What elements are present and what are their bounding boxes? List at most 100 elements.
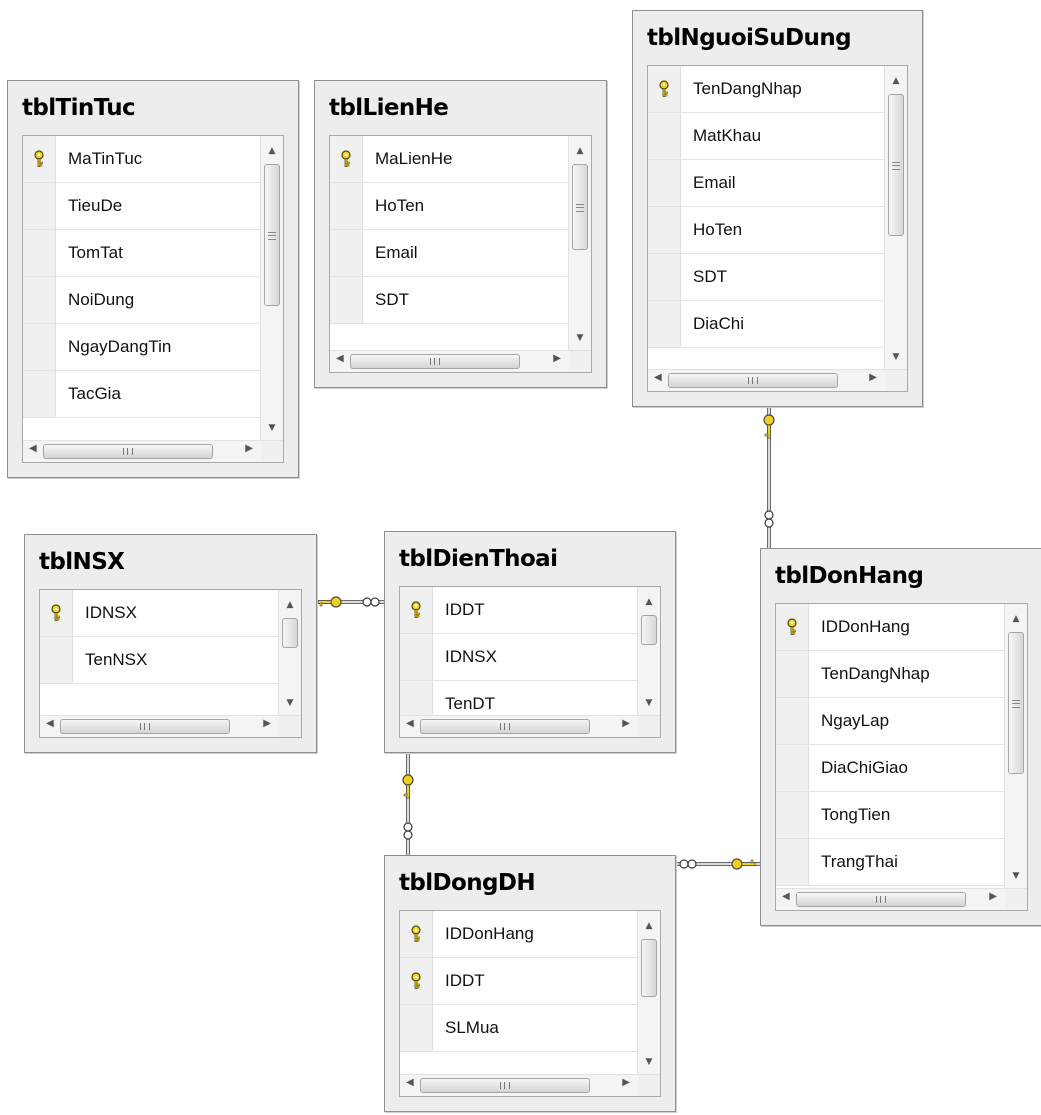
table-tblnguoisudung[interactable]: tblNguoiSuDung TenDangNhap MatKhau Email HoT… [632,10,923,407]
column-name: NgayDangTin [68,337,172,356]
horizontal-scrollbar[interactable]: ◀ ▶ [400,1074,660,1096]
horizontal-scroll-thumb[interactable] [420,719,590,734]
scroll-left-arrow-icon[interactable]: ◀ [336,353,344,364]
column-row[interactable]: Email [648,160,885,207]
column-row[interactable]: MaTinTuc [23,136,261,183]
scroll-left-arrow-icon[interactable]: ◀ [406,1077,414,1088]
column-row[interactable]: SDT [330,277,569,324]
vertical-scrollbar[interactable]: ▲ ▼ [260,136,283,441]
column-row[interactable]: MaLienHe [330,136,569,183]
scroll-right-arrow-icon[interactable]: ▶ [245,443,253,454]
vertical-scroll-thumb[interactable] [264,164,280,306]
horizontal-scroll-thumb[interactable] [350,354,520,369]
column-row[interactable]: DiaChiGiao [776,745,1005,792]
table-tbldonhang[interactable]: tblDonHang IDDonHang TenDangNhap NgayLap Dia… [760,548,1041,926]
column-row[interactable]: TenNSX [40,637,279,684]
table-tblnsx[interactable]: tblNSX IDNSX TenNSX ▲ ▼ ◀ ▶ [24,534,317,753]
vertical-scrollbar[interactable]: ▲ ▼ [1004,604,1027,889]
key-icon [731,858,756,870]
column-row[interactable]: TrangThai [776,839,1005,886]
scroll-right-arrow-icon[interactable]: ▶ [553,353,561,364]
column-row[interactable]: TomTat [23,230,261,277]
horizontal-scroll-thumb[interactable] [43,444,213,459]
horizontal-scroll-thumb[interactable] [420,1078,590,1093]
column-row[interactable]: SDT [648,254,885,301]
row-selector [330,183,363,229]
scroll-right-arrow-icon[interactable]: ▶ [622,1077,630,1088]
scroll-left-arrow-icon[interactable]: ◀ [782,891,790,902]
horizontal-scroll-thumb[interactable] [60,719,230,734]
column-row[interactable]: TieuDe [23,183,261,230]
scroll-up-arrow-icon[interactable]: ▲ [638,595,660,609]
scroll-down-arrow-icon[interactable]: ▼ [569,331,591,345]
vertical-scrollbar[interactable]: ▲ ▼ [884,66,907,370]
column-row[interactable]: HoTen [648,207,885,254]
column-row[interactable]: HoTen [330,183,569,230]
horizontal-scrollbar[interactable]: ◀ ▶ [330,350,591,372]
vertical-scroll-thumb[interactable] [282,618,298,648]
horizontal-scrollbar[interactable]: ◀ ▶ [776,888,1027,910]
vertical-scrollbar[interactable]: ▲ ▼ [637,587,660,716]
vertical-scrollbar[interactable]: ▲ ▼ [568,136,591,351]
horizontal-scroll-thumb[interactable] [668,373,838,388]
scroll-up-arrow-icon[interactable]: ▲ [1005,612,1027,626]
vertical-scroll-thumb[interactable] [1008,632,1024,774]
scroll-right-arrow-icon[interactable]: ▶ [263,718,271,729]
vertical-scroll-thumb[interactable] [572,164,588,250]
scroll-right-arrow-icon[interactable]: ▶ [989,891,997,902]
column-row[interactable]: Email [330,230,569,277]
table-tbldienthoai[interactable]: tblDienThoai IDDT IDNSX TenDT ▲ ▼ ◀ ▶ [384,531,676,753]
table-tbltintuc[interactable]: tblTinTuc MaTinTuc TieuDe TomTat NoiDung Ngay… [7,80,299,478]
scroll-up-arrow-icon[interactable]: ▲ [569,144,591,158]
row-selector [776,698,809,744]
table-tbllienhe[interactable]: tblLienHe MaLienHe HoTen Email SDT ▲ ▼ ◀ ▶ [314,80,607,388]
scroll-left-arrow-icon[interactable]: ◀ [654,372,662,383]
column-row[interactable]: TacGia [23,371,261,418]
scroll-left-arrow-icon[interactable]: ◀ [406,718,414,729]
column-row[interactable]: SLMua [400,1005,638,1052]
column-name: HoTen [375,196,425,215]
scroll-down-arrow-icon[interactable]: ▼ [279,696,301,710]
column-row[interactable]: TenDT [400,681,638,716]
scroll-left-arrow-icon[interactable]: ◀ [29,443,37,454]
column-row[interactable]: TongTien [776,792,1005,839]
column-row[interactable]: NgayLap [776,698,1005,745]
table-tbldongdh[interactable]: tblDongDH IDDonHang IDDT SLMua ▲ ▼ ◀ ▶ [384,855,676,1112]
column-row[interactable]: IDDonHang [776,604,1005,651]
scroll-up-arrow-icon[interactable]: ▲ [261,144,283,158]
scroll-right-arrow-icon[interactable]: ▶ [869,372,877,383]
horizontal-scrollbar[interactable]: ◀ ▶ [648,369,907,391]
scroll-left-arrow-icon[interactable]: ◀ [46,718,54,729]
horizontal-scroll-thumb[interactable] [796,892,966,907]
horizontal-scrollbar[interactable]: ◀ ▶ [23,440,283,462]
column-row[interactable]: IDNSX [400,634,638,681]
scroll-up-arrow-icon[interactable]: ▲ [885,74,907,88]
scroll-up-arrow-icon[interactable]: ▲ [638,919,660,933]
column-row[interactable]: TenDangNhap [776,651,1005,698]
scroll-down-arrow-icon[interactable]: ▼ [638,696,660,710]
column-row[interactable]: MatKhau [648,113,885,160]
column-row[interactable]: IDDonHang [400,911,638,958]
column-name: HoTen [693,220,743,239]
column-name: IDDT [445,600,485,619]
column-row[interactable]: NoiDung [23,277,261,324]
scroll-down-arrow-icon[interactable]: ▼ [638,1055,660,1069]
column-row[interactable]: IDNSX [40,590,279,637]
column-row[interactable]: TenDangNhap [648,66,885,113]
column-row[interactable]: IDDT [400,587,638,634]
vertical-scrollbar[interactable]: ▲ ▼ [637,911,660,1075]
vertical-scrollbar[interactable]: ▲ ▼ [278,590,301,716]
scroll-down-arrow-icon[interactable]: ▼ [1005,869,1027,883]
scroll-down-arrow-icon[interactable]: ▼ [261,421,283,435]
vertical-scroll-thumb[interactable] [641,615,657,645]
vertical-scroll-thumb[interactable] [641,939,657,997]
scroll-right-arrow-icon[interactable]: ▶ [622,718,630,729]
column-row[interactable]: DiaChi [648,301,885,348]
scroll-down-arrow-icon[interactable]: ▼ [885,350,907,364]
vertical-scroll-thumb[interactable] [888,94,904,236]
horizontal-scrollbar[interactable]: ◀ ▶ [400,715,660,737]
horizontal-scrollbar[interactable]: ◀ ▶ [40,715,301,737]
scroll-up-arrow-icon[interactable]: ▲ [279,598,301,612]
column-row[interactable]: NgayDangTin [23,324,261,371]
column-row[interactable]: IDDT [400,958,638,1005]
